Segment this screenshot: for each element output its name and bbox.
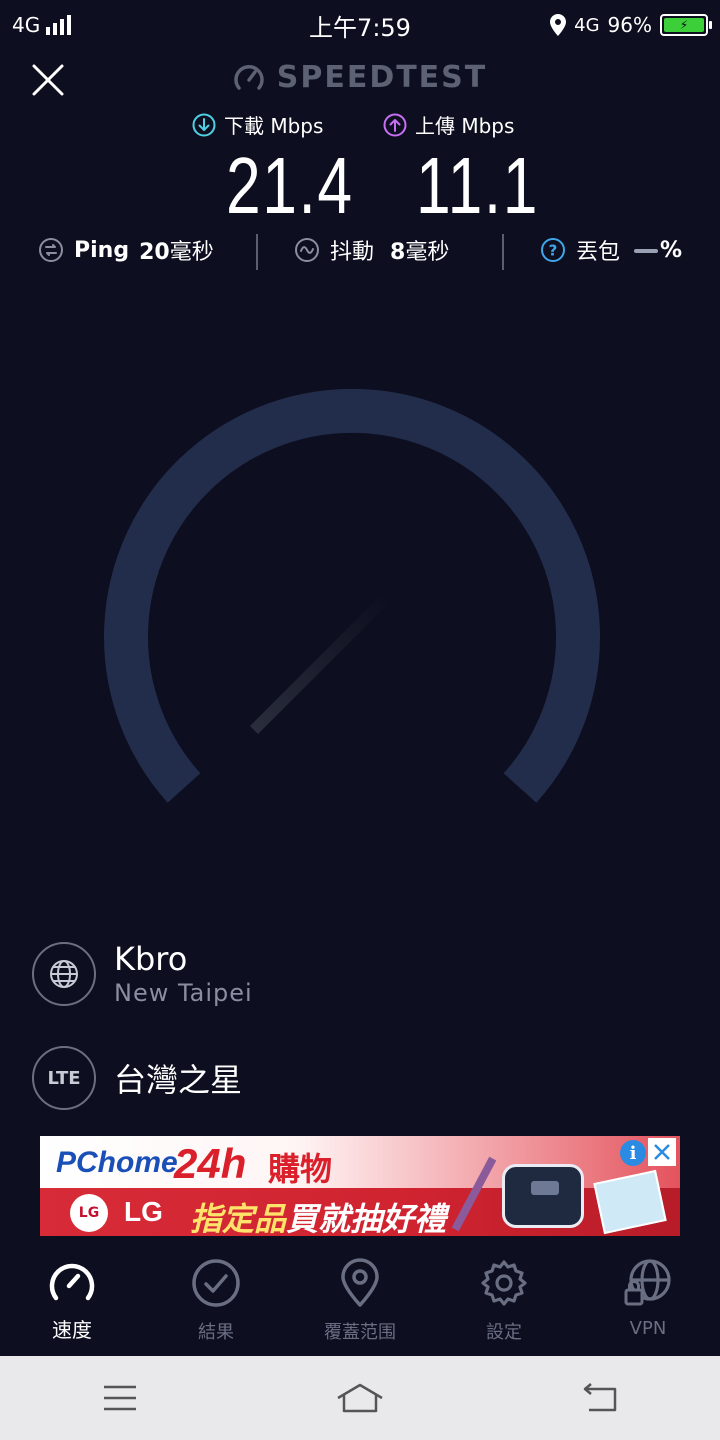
speedometer-icon [49,1263,95,1301]
isp-location: New Taipei [114,979,253,1007]
ad-lg-badge-text: LG [78,1205,100,1221]
ping-metric: Ping 20毫秒 [38,234,214,266]
ping-value: 20 [139,240,170,265]
download-arrow-icon [192,113,216,136]
gauge-track [104,388,600,803]
tab-vpn-label: VPN [629,1318,667,1339]
home-button[interactable] [320,1368,400,1428]
brand-header: SPEEDTEST [0,60,720,95]
ad-lg-text: LG [124,1196,163,1227]
speedtest-logo-icon [233,64,264,90]
jitter-icon [295,238,319,262]
bottom-tab-bar: 速度 結果 覆蓋范围 設定 VPN [0,1240,720,1354]
upload-label: 上傳 Mbps [383,110,514,139]
packet-loss-unit: % [660,237,683,263]
tab-settings[interactable]: 設定 [432,1240,576,1354]
vpn-globe-lock-icon [624,1259,671,1306]
ping-unit: 毫秒 [169,240,214,265]
download-label: 下載 Mbps [192,110,323,139]
ad-pchome-logo: PChome [56,1146,178,1179]
status-bar: 4G 上午7:59 4G 96% ⚡ [0,0,720,50]
packet-loss-empty-dash [634,248,659,253]
svg-text:?: ? [549,242,558,260]
map-pin-icon [341,1258,379,1307]
back-icon [583,1383,617,1412]
check-circle-icon [192,1259,240,1307]
download-speed-value: 21.4 [226,141,354,230]
globe-icon [50,960,78,988]
ad-shopping-text: 購物 [268,1150,333,1188]
ad-slogan-part1: 指定品 [190,1200,287,1236]
speed-labels: 下載 Mbps 上傳 Mbps [0,110,720,144]
upload-label-text: 上傳 Mbps [415,114,515,138]
lte-badge-text: LTE [47,1067,81,1089]
tab-settings-label: 設定 [486,1322,522,1343]
tab-coverage[interactable]: 覆蓋范围 [288,1240,432,1354]
jitter-metric: 抖動 8毫秒 [294,234,449,266]
ad-product-image [502,1164,584,1228]
battery-percent: 96% [607,13,652,37]
ad-slogan-part2: 買就抽好禮 [286,1200,447,1236]
ad-close-icon [654,1144,670,1160]
tab-speed-label: 速度 [52,1318,92,1342]
tab-coverage-label: 覆蓋范围 [324,1322,396,1343]
metric-divider [256,234,258,270]
lte-badge: LTE [32,1046,96,1110]
menu-button[interactable] [80,1368,160,1428]
back-button[interactable] [560,1368,640,1428]
gauge-needle [250,596,388,734]
packet-loss-metric[interactable]: ? 丟包 % [540,234,682,266]
metrics-row: Ping 20毫秒 抖動 8毫秒 ? 丟包 % [0,230,720,270]
status-right: 4G 96% ⚡ [550,13,712,37]
ping-label: Ping [74,237,130,263]
carrier-row: LTE 台灣之星 [32,1046,242,1110]
system-nav-bar [0,1356,720,1440]
battery-icon: ⚡ [660,14,712,36]
download-label-text: 下載 Mbps [224,114,324,138]
gear-icon [481,1260,527,1306]
tab-vpn[interactable]: VPN [576,1240,720,1354]
home-icon [337,1383,383,1413]
tab-results[interactable]: 結果 [144,1240,288,1354]
ad-banner[interactable]: PChome 24h 購物 LG LG 指定品買就抽好禮 i [40,1136,680,1236]
network-type-left: 4G [12,13,41,37]
isp-name: Kbro [114,940,188,978]
metric-divider [502,234,504,270]
jitter-unit: 毫秒 [405,240,450,265]
ad-info-icon[interactable]: i [620,1140,646,1166]
carrier-name: 台灣之星 [114,1061,243,1099]
ping-icon [39,238,63,262]
upload-arrow-icon [383,113,407,136]
speed-gauge [104,388,600,803]
help-icon: ? [541,238,565,262]
upload-speed-value: 11.1 [416,141,540,230]
ad-24h-logo: 24h [174,1140,247,1187]
ad-close-button[interactable] [648,1138,676,1166]
signal-strength-icon [46,15,72,35]
brand-name: SPEEDTEST [276,60,488,95]
status-left: 4G [12,13,72,37]
menu-icon [104,1385,136,1411]
location-icon [550,14,567,36]
network-type-right: 4G [574,14,600,36]
jitter-label: 抖動 [330,240,375,265]
isp-row[interactable]: Kbro New Taipei [32,940,253,1008]
jitter-value: 8 [390,240,406,265]
globe-icon-ring [32,942,96,1006]
ad-slogan: 指定品買就抽好禮 [190,1194,446,1236]
ad-lg-logo-icon: LG [70,1194,108,1232]
packet-loss-label: 丟包 [576,240,621,265]
tab-results-label: 結果 [198,1322,234,1343]
tab-speed[interactable]: 速度 [0,1240,144,1354]
